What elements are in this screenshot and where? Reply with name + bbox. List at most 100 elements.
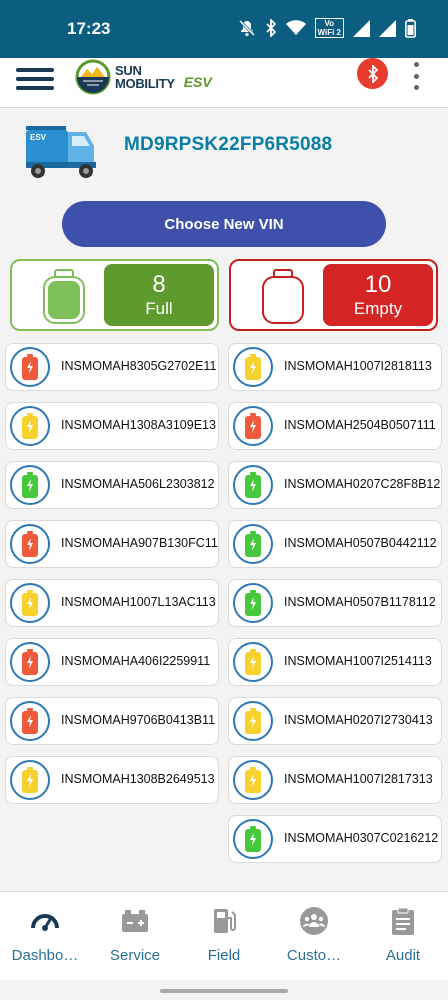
logo-text: SUN MOBILITY (115, 63, 175, 91)
battery-card[interactable]: INSMOMAH0507B1178112 (228, 579, 442, 627)
battery-card[interactable]: INSMOMAH9706B0413B11 (5, 697, 219, 745)
wifi-icon (285, 20, 306, 36)
nav-field[interactable]: Field (179, 892, 269, 981)
empty-count: 10 (364, 271, 392, 298)
nav-field-label: Field (207, 947, 241, 964)
nav-service-label: Service (109, 947, 161, 964)
battery-status-icon (233, 642, 273, 682)
full-count: 8 (152, 271, 166, 298)
more-dot (413, 73, 419, 79)
battery-id: INSMOMAH0207C28F8B12 (284, 477, 441, 491)
full-count-badge: 8 Full (104, 264, 214, 326)
battery-card[interactable]: INSMOMAH1007I2818113 (228, 343, 442, 391)
battery-status-icon (10, 642, 50, 682)
battery-card[interactable]: INSMOMAHA506L2303812 (5, 461, 219, 509)
menu-button[interactable] (16, 62, 54, 96)
vehicle-badge-text: ESV (30, 133, 47, 142)
battery-id: INSMOMAH9706B0413B11 (61, 713, 216, 727)
battery-card[interactable]: INSMOMAH1308A3109E13 (5, 402, 219, 450)
nav-dashboard-label: Dashbo… (11, 947, 79, 964)
battery-status-icon (233, 760, 273, 800)
mute-icon (238, 19, 256, 37)
battery-id: INSMOMAH1007I2817313 (284, 772, 433, 786)
battery-id: INSMOMAHA506L2303812 (61, 477, 215, 491)
nav-audit-label: Audit (385, 947, 421, 964)
battery-id: INSMOMAH2504B0507111 (284, 418, 436, 432)
volte-wifi-icon: Vo WiFi 2 (314, 18, 344, 38)
battery-status-icon (10, 406, 50, 446)
battery-id: INSMOMAH1308B2649513 (61, 772, 215, 786)
battery-id: INSMOMAH1308A3109E13 (61, 418, 216, 432)
nav-audit[interactable]: Audit (358, 892, 448, 981)
bottom-nav: Dashbo… Service Field Custo… Audit (0, 891, 448, 980)
full-battery-icon (43, 269, 85, 324)
battery-card[interactable]: INSMOMAH1308B2649513 (5, 756, 219, 804)
clipboard-icon (392, 907, 414, 935)
full-summary-card: 8 Full (10, 259, 219, 331)
battery-status-icon (233, 465, 273, 505)
battery-status-icon (233, 524, 273, 564)
more-dot (413, 62, 419, 67)
battery-card[interactable]: INSMOMAH0507B0442112 (228, 520, 442, 568)
nav-service[interactable]: Service (90, 892, 180, 981)
battery-icon (405, 18, 416, 38)
battery-status-icon (10, 524, 50, 564)
battery-card[interactable]: INSMOMAHA907B130FC11 (5, 520, 219, 568)
battery-id: INSMOMAH0507B1178112 (284, 595, 436, 609)
battery-status-icon (233, 583, 273, 623)
battery-card[interactable]: INSMOMAH8305G2702E11 (5, 343, 219, 391)
battery-status-icon (10, 760, 50, 800)
battery-card[interactable]: INSMOMAH1007I2514113 (228, 638, 442, 686)
battery-id: INSMOMAH8305G2702E11 (61, 359, 217, 373)
auto-rickshaw-icon: ESV (26, 126, 96, 178)
empty-summary-card: 10 Empty (229, 259, 438, 331)
battery-card[interactable]: INSMOMAH1007L13AC113 (5, 579, 219, 627)
nav-dashboard[interactable]: Dashbo… (0, 892, 90, 981)
nav-customers-label: Custo… (286, 947, 342, 964)
sun-logo-icon (75, 59, 111, 95)
status-icons: Vo WiFi 2 (238, 17, 416, 39)
battery-id: INSMOMAH0207I2730413 (284, 713, 433, 727)
battery-id: INSMOMAH1007I2514113 (284, 654, 432, 668)
more-options-button[interactable] (410, 62, 422, 90)
choose-new-vin-button[interactable]: Choose New VIN (62, 201, 386, 247)
battery-status-icon (10, 583, 50, 623)
more-dot (413, 85, 419, 90)
bluetooth-icon (367, 64, 378, 83)
battery-status-icon (233, 701, 273, 741)
battery-id: INSMOMAHA907B130FC11 (61, 536, 218, 550)
bluetooth-icon (265, 19, 277, 37)
empty-battery-icon (262, 269, 304, 324)
battery-card[interactable]: INSMOMAH1007I2817313 (228, 756, 442, 804)
battery-id: INSMOMAHA406I2259911 (61, 654, 211, 668)
battery-card[interactable]: INSMOMAH0207I2730413 (228, 697, 442, 745)
status-bar: 17:23 Vo WiFi 2 (0, 0, 448, 58)
vin-text: MD9RPSK22FP6R5088 (124, 134, 333, 155)
bluetooth-button[interactable] (357, 58, 388, 89)
battery-card[interactable]: INSMOMAH0207C28F8B12 (228, 461, 442, 509)
empty-label: Empty (353, 299, 403, 318)
battery-status-icon (10, 701, 50, 741)
app-bar: SUN MOBILITY ESV (0, 58, 448, 108)
signal-icon (353, 19, 370, 37)
menu-icon-line (16, 76, 54, 81)
battery-id: INSMOMAH0307C0216212 (284, 831, 439, 845)
signal-icon (379, 19, 396, 37)
battery-status-icon (10, 465, 50, 505)
customers-icon (300, 907, 328, 935)
menu-icon-line (16, 86, 54, 91)
fuel-station-icon (214, 909, 236, 933)
full-label: Full (145, 299, 173, 318)
battery-card[interactable]: INSMOMAH2504B0507111 (228, 402, 442, 450)
status-time: 17:23 (67, 19, 111, 38)
speedometer-icon (31, 914, 59, 931)
battery-service-icon (122, 910, 148, 932)
sun-mobility-logo: SUN MOBILITY ESV (75, 58, 212, 96)
battery-status-icon (233, 406, 273, 446)
battery-card[interactable]: INSMOMAHA406I2259911 (5, 638, 219, 686)
home-indicator[interactable] (160, 989, 288, 993)
empty-count-badge: 10 Empty (323, 264, 433, 326)
battery-status-icon (233, 347, 273, 387)
nav-customers[interactable]: Custo… (269, 892, 359, 981)
battery-card[interactable]: INSMOMAH0307C0216212 (228, 815, 442, 863)
